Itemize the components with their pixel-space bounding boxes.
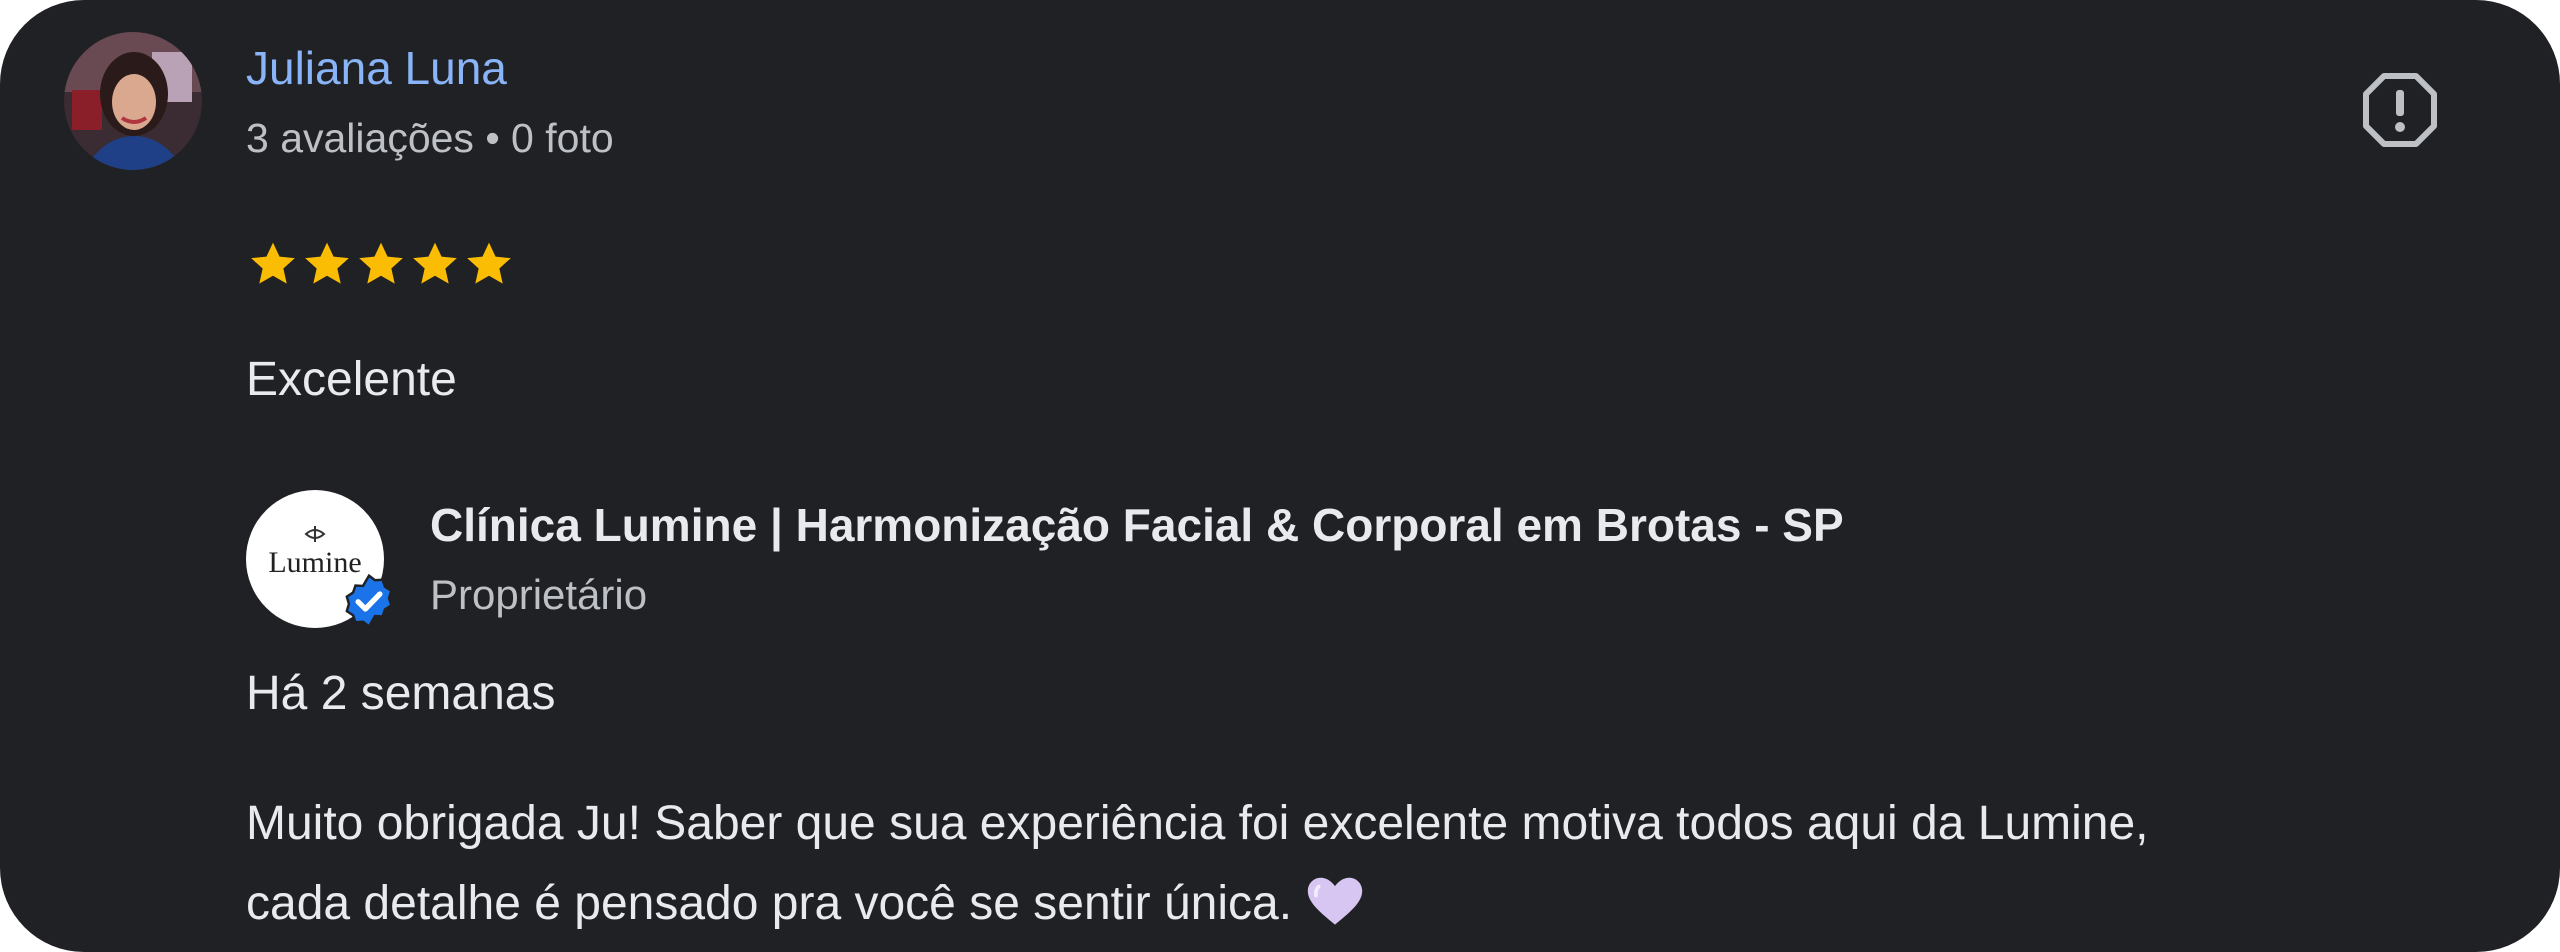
reply-text-line: Muito obrigada Ju! Saber que sua experiê… (246, 797, 2149, 850)
reply-date: Há 2 semanas (246, 667, 556, 720)
review-text: Excelente (246, 353, 457, 406)
star-rating (246, 236, 516, 296)
owner-logo[interactable]: Lumine (246, 490, 393, 630)
reviewer-photo-icon (64, 32, 202, 170)
reply-text-line: cada detalhe é pensado pra você se senti… (246, 877, 1293, 930)
star-icon (467, 242, 511, 284)
owner-name[interactable]: Clínica Lumine | Harmonização Facial & C… (430, 496, 1844, 554)
verified-badge-icon (345, 573, 393, 629)
owner-role-label: Proprietário (430, 571, 648, 618)
star-icon (305, 242, 349, 284)
review-card: Juliana Luna 3 avaliações • 0 foto Excel… (0, 0, 2560, 952)
owner-reply-text: Muito obrigada Ju! Saber que sua experiê… (246, 784, 2486, 944)
star-icon (251, 242, 295, 284)
star-icon (359, 242, 403, 284)
reviewer-avatar[interactable] (64, 32, 202, 170)
star-icon (413, 242, 457, 284)
heart-emoji-icon (1307, 877, 1363, 925)
reviewer-name-link[interactable]: Juliana Luna (246, 40, 507, 96)
reviewer-meta: 3 avaliações • 0 foto (246, 115, 614, 161)
reply-text-line-2: cada detalhe é pensado pra você se senti… (246, 864, 2486, 944)
report-icon[interactable] (2360, 70, 2440, 150)
